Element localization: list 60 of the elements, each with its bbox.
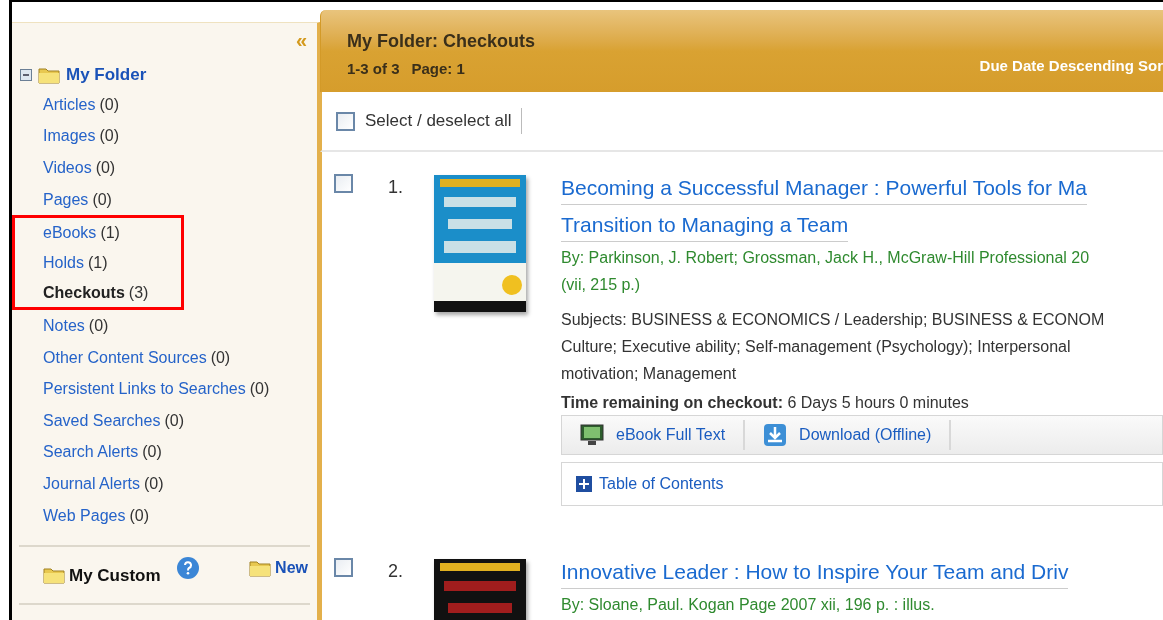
item-count: (1) <box>87 252 108 273</box>
folder-link[interactable]: Videos <box>43 156 92 180</box>
select-all-label[interactable]: Select / deselect all <box>365 108 523 134</box>
new-folder-icon <box>249 559 272 578</box>
result-title[interactable]: Transition to Managing a Team <box>561 209 849 242</box>
item-count: (0) <box>99 94 119 115</box>
item-count: (0) <box>249 379 270 400</box>
item-count: (0) <box>95 158 116 178</box>
item-count: (0) <box>164 410 184 431</box>
result-byline: By: Sloane, Paul. Kogan Page 2007 xii, 196 p. : illus. <box>561 595 936 615</box>
folder-icon <box>43 566 65 585</box>
result-byline: (vii, 215 p.) <box>561 275 642 295</box>
folder-link[interactable]: Persistent Links to Searches <box>43 377 246 402</box>
action-button[interactable]: Download (Offline) <box>745 420 952 450</box>
minus-icon <box>22 71 30 79</box>
item-count: (0) <box>129 505 149 526</box>
item-count: (0) <box>92 189 112 210</box>
page-title: My Folder: Checkouts <box>347 30 537 52</box>
monitor-icon <box>580 424 604 446</box>
result-number: 1. <box>388 176 404 199</box>
new-folder-button[interactable]: New <box>249 556 308 581</box>
folder-link[interactable]: Other Content Sources <box>43 345 207 370</box>
collapse-toggle[interactable] <box>20 69 32 81</box>
download-icon <box>763 423 788 447</box>
section-title: My Custom <box>69 564 161 587</box>
folder-title[interactable]: My Folder <box>66 62 147 88</box>
folder-link[interactable]: Saved Searches <box>43 408 161 433</box>
help-icon[interactable] <box>176 557 199 580</box>
expand-icon <box>576 476 592 492</box>
item-count: (0) <box>142 442 162 463</box>
folder-link[interactable]: Articles <box>43 92 96 117</box>
result-range: 1-3 of 3 <box>347 59 400 79</box>
checkout-time: Time remaining on checkout: 6 Days 5 hours 0 minutes <box>561 393 970 413</box>
select-all-checkbox[interactable] <box>336 111 355 131</box>
item-count: (3) <box>128 282 149 303</box>
folder-link[interactable]: Notes <box>43 313 85 338</box>
folder-link[interactable]: eBooks <box>43 220 97 245</box>
folder-link[interactable]: Search Alerts <box>43 440 139 465</box>
folder-link[interactable]: Images <box>43 124 96 149</box>
action-button[interactable]: eBook Full Text <box>562 420 746 450</box>
folder-link[interactable]: Web Pages <box>43 503 126 528</box>
item-count: (1) <box>100 222 120 243</box>
item-count: (0) <box>210 347 231 368</box>
folder-link[interactable]: Checkouts <box>43 280 125 305</box>
result-subjects: Subjects: BUSINESS & ECONOMICS / Leadership; BUSINESS & ECONOM Culture; Executive ability; Self-management (Psychology); Interpersonal motivation; Management <box>561 310 1106 384</box>
result-title[interactable]: Innovative Leader : How to Inspire Your Team and Driv <box>561 556 1069 589</box>
item-count: (0) <box>88 315 109 336</box>
item-count: (0) <box>143 473 164 494</box>
folder-link[interactable]: Pages <box>43 187 89 212</box>
toc-toggle[interactable]: Table of Contents <box>576 472 724 496</box>
folder-link[interactable]: Journal Alerts <box>43 471 140 496</box>
folder-link[interactable]: Holds <box>43 250 84 275</box>
result-title[interactable]: Becoming a Successful Manager : Powerful Tools for Ma <box>561 172 1088 205</box>
result-checkbox[interactable] <box>334 174 353 193</box>
page-number: Page: 1 <box>411 59 465 79</box>
item-count: (0) <box>99 126 120 147</box>
folder-icon <box>38 66 60 84</box>
result-checkbox[interactable] <box>334 558 353 577</box>
result-number: 2. <box>388 560 404 583</box>
result-byline: By: Parkinson, J. Robert; Grossman, Jack H., McGraw-Hill Professional 20 <box>561 248 1091 268</box>
